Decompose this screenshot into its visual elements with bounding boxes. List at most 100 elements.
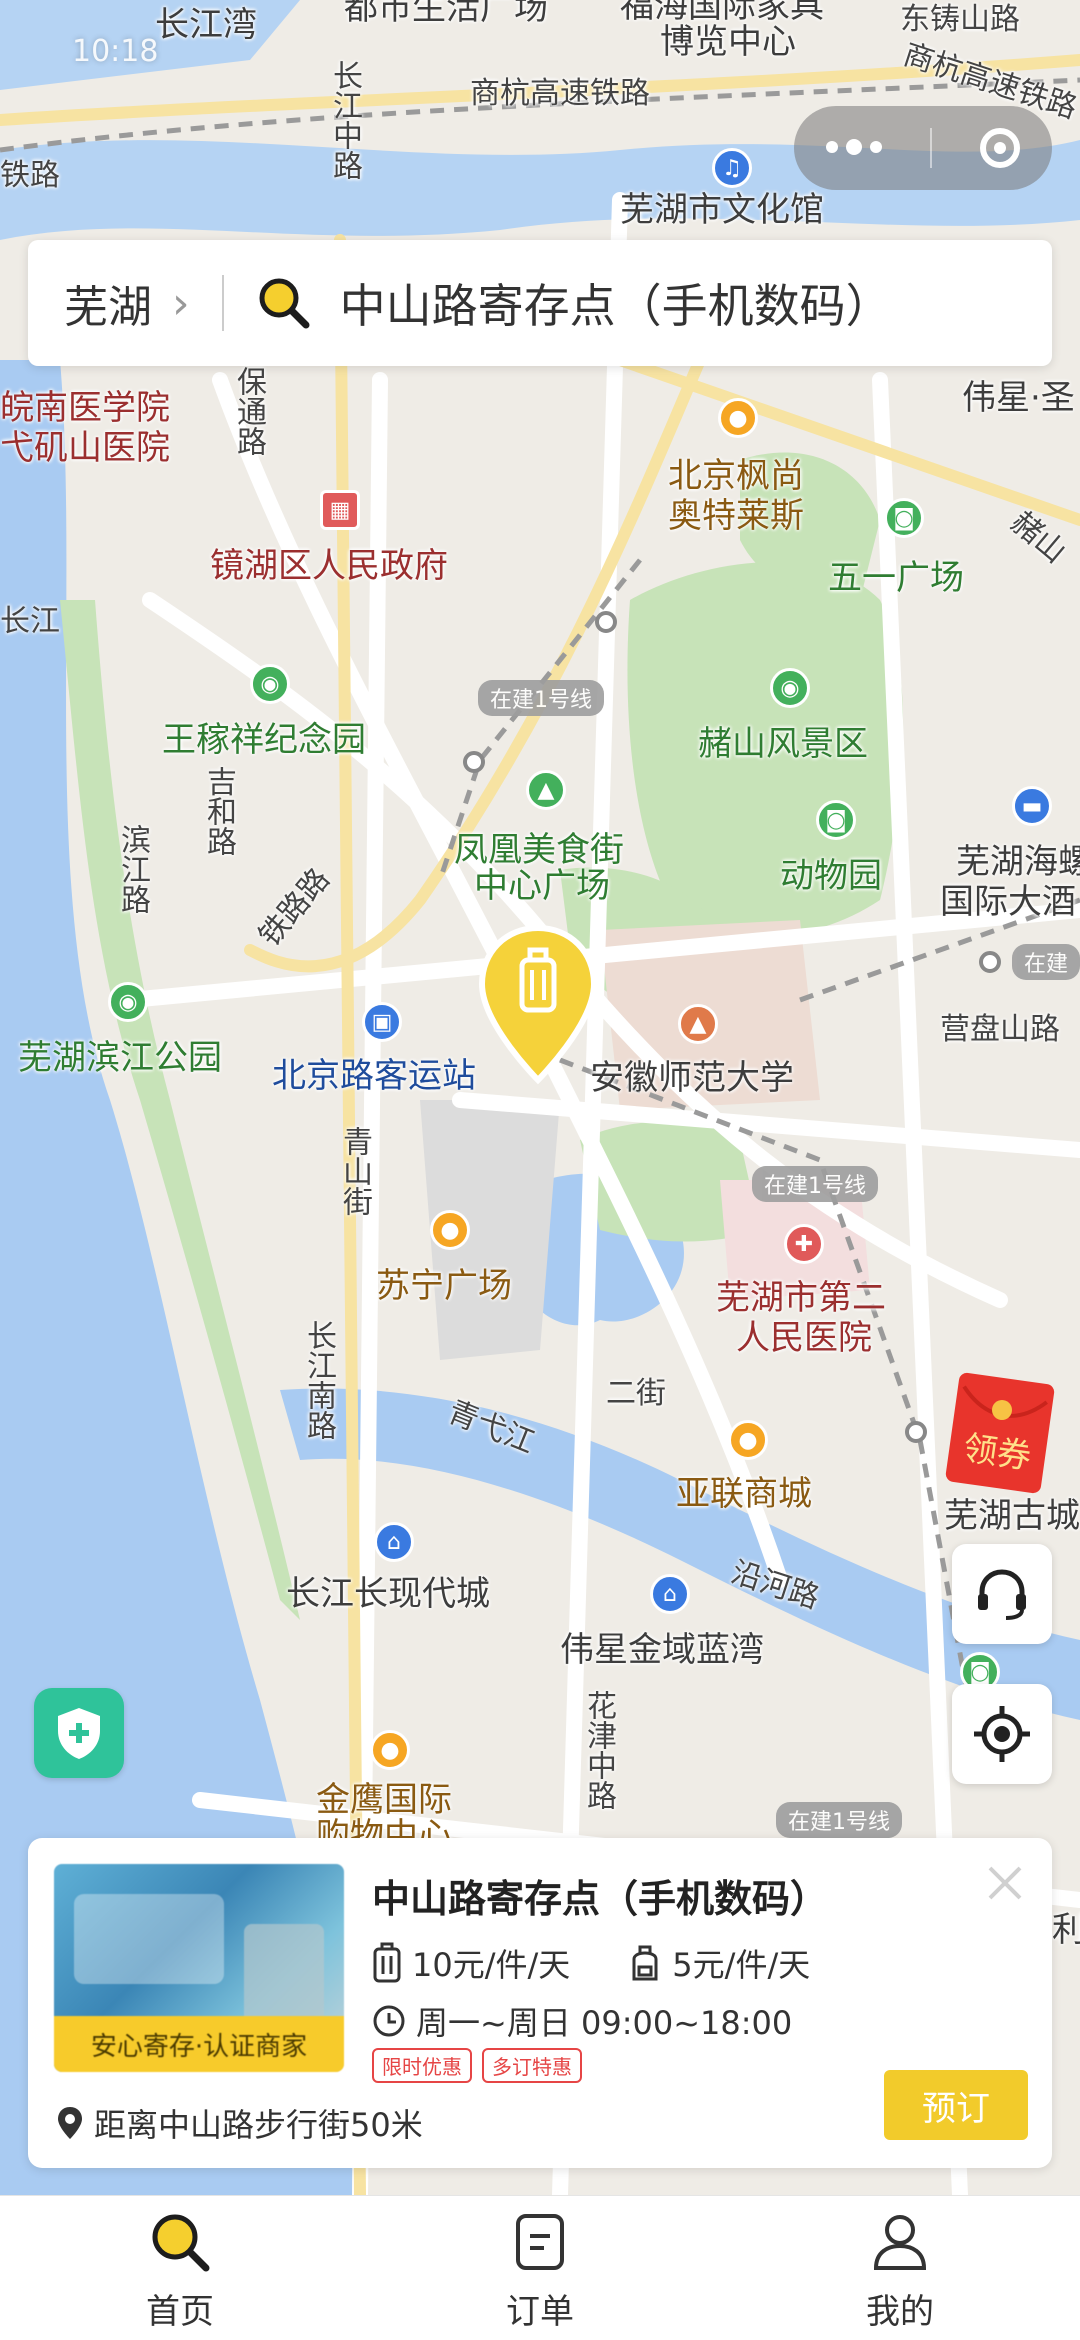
metro-tag: 在建 [1012, 944, 1080, 980]
hours-row: 周一~周日 09:00~18:00 [372, 1998, 792, 2044]
map-label: 北京枫尚 [668, 456, 804, 496]
map-label: 芜湖古城 [944, 1496, 1080, 1536]
map-label: 青山街 [337, 1126, 372, 1216]
close-miniprogram-icon[interactable] [980, 128, 1020, 168]
distance-row: 距离中山路步行街50米 [56, 2100, 423, 2146]
map-label: 芜湖滨江公园 [18, 1038, 222, 1078]
mall-icon: ● [430, 1210, 470, 1250]
tab-profile[interactable]: 我的 [720, 2196, 1080, 2340]
city-selector[interactable]: 芜湖 › [28, 240, 190, 366]
locate-icon [974, 1706, 1030, 1762]
shopping-icon: ● [718, 398, 758, 438]
map-label: 镜湖区人民政府 [210, 546, 448, 586]
business-hours: 周一~周日 09:00~18:00 [416, 2004, 793, 2042]
map-label: 滨江路 [115, 824, 150, 914]
map-label: 皖南医学院 [0, 388, 170, 428]
map-label: 北京路客运站 [272, 1056, 476, 1096]
map-label: 芜湖海螺 [956, 842, 1080, 882]
map-label: 铁路 [0, 158, 60, 193]
map-label: 二街 [606, 1376, 666, 1411]
coupon-icon[interactable]: 领券 [944, 1372, 1056, 1494]
tab-orders[interactable]: 订单 [360, 2196, 720, 2340]
map-label: 凤凰美食街 [454, 830, 624, 870]
map-label: 五一广场 [828, 558, 964, 598]
home-icon: ⌂ [374, 1522, 414, 1562]
shield-icon [58, 1708, 100, 1759]
tab-home[interactable]: 首页 [0, 2196, 360, 2340]
status-time: 10:18 [72, 34, 159, 69]
park-icon: ◙ [884, 498, 924, 538]
search-icon [152, 2214, 210, 2272]
promo-tags: 限时优惠 多订特惠 [372, 2048, 582, 2083]
clock-icon [373, 2005, 405, 2037]
headset-icon [978, 1569, 1026, 1620]
map-label: 花津中路 [581, 1690, 616, 1810]
close-icon[interactable] [980, 1858, 1030, 1908]
store-photo: 安心寄存·认证商家 [54, 1864, 344, 2072]
promo-tag: 多订特惠 [482, 2048, 582, 2083]
search-icon [259, 278, 310, 329]
music-icon: ♫ [712, 148, 752, 188]
luggage-pin-icon[interactable] [476, 924, 600, 1086]
tab-label: 首页 [146, 2292, 214, 2332]
chevron-right-icon: › [172, 277, 190, 329]
miniprogram-capsule[interactable] [794, 106, 1052, 190]
metro-tag: 在建1号线 [776, 1802, 902, 1838]
school-icon: ▲ [678, 1004, 718, 1044]
hospital-icon: ✚ [784, 1224, 824, 1264]
bus-icon: ▣ [362, 1002, 402, 1042]
map-label: 奥特莱斯 [668, 496, 804, 536]
search-bar[interactable]: 芜湖 › 中山路寄存点（手机数码） [28, 240, 1052, 366]
price-small: 5元/件/天 [672, 1946, 811, 1984]
order-icon [516, 2214, 564, 2270]
screen: ♫ ● ▦ ◙ ◉ ◉ ▲ ◙ ▬ ◉ ▣ ▲ ● ✚ ● ⌂ ⌂ ◙ ● 长江… [0, 0, 1080, 2340]
user-icon [873, 2215, 927, 2270]
map-label: 利 [1052, 1910, 1080, 1950]
residence-icon: ⌂ [650, 1574, 690, 1614]
map-label: 营盘山路 [940, 1012, 1060, 1047]
search-input[interactable]: 中山路寄存点（手机数码） [340, 270, 892, 336]
map-label: 亚联商城 [676, 1474, 812, 1514]
location-pin-icon [58, 2107, 82, 2139]
map-label: 苏宁广场 [376, 1266, 512, 1306]
price-large: 10元/件/天 [412, 1946, 571, 1984]
map-label: 保通路 [231, 366, 266, 456]
certified-badge: 安心寄存·认证商家 [54, 2016, 344, 2072]
tab-label: 订单 [506, 2292, 574, 2332]
backpack-icon [632, 1945, 658, 1981]
locate-button[interactable] [952, 1684, 1052, 1784]
price-large-item: 10元/件/天 [372, 1940, 570, 1986]
map-label: 伟星·圣 [962, 378, 1075, 418]
store-title: 中山路寄存点（手机数码） [372, 1877, 829, 1921]
distance-text: 距离中山路步行街50米 [94, 2106, 423, 2144]
map-label: 芜湖市文化馆 [620, 190, 824, 230]
tab-bar: 首页 订单 我的 [0, 2195, 1080, 2340]
store-card[interactable]: 安心寄存·认证商家 中山路寄存点（手机数码） 10元/件/天 5元/件/天 周一… [28, 1838, 1052, 2168]
park-camera-icon: ◉ [108, 982, 148, 1022]
map-label: 长江 [0, 604, 60, 639]
map-label: 国际大酒 [940, 882, 1076, 922]
suitcase-icon [373, 1942, 401, 1983]
scenic-icon: ◉ [770, 668, 810, 708]
map-label: 伟星金域蓝湾 [560, 1630, 764, 1670]
zoo-icon: ◙ [816, 800, 856, 840]
government-icon: ▦ [320, 490, 360, 530]
customer-service-button[interactable] [952, 1544, 1052, 1644]
map-label: 人民医院 [736, 1318, 872, 1358]
map-label: 王稼祥纪念园 [162, 720, 366, 760]
map-label: 安徽师范大学 [590, 1058, 794, 1098]
store-icon: ● [728, 1420, 768, 1460]
book-button[interactable]: 预订 [884, 2070, 1028, 2140]
status-bar: 10:18 [0, 0, 1080, 110]
search-divider [221, 275, 224, 331]
map-label: 长江南路 [301, 1320, 336, 1440]
jinying-mall-icon: ● [370, 1730, 410, 1770]
map-label: 吉和路 [201, 766, 236, 856]
more-icon[interactable] [826, 139, 882, 155]
map-label: 弋矶山医院 [0, 428, 170, 468]
map-label: 赭山风景区 [698, 724, 868, 764]
insurance-button[interactable] [34, 1688, 124, 1778]
map-label: 中心广场 [474, 866, 610, 906]
hotel-icon: ▬ [1012, 786, 1052, 826]
map-label: 长江长现代城 [286, 1574, 490, 1614]
